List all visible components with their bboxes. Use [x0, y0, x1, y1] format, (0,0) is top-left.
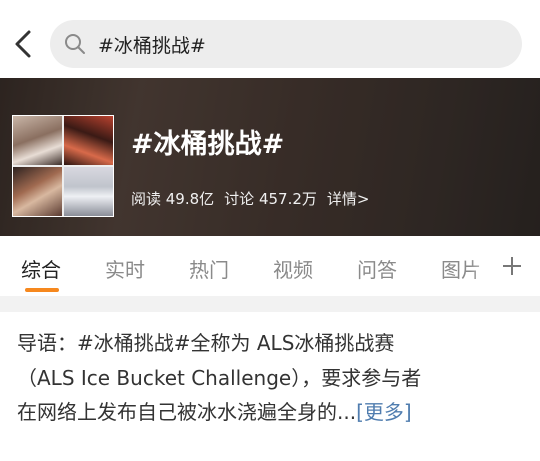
topic-intro: 导语：#冰桶挑战#全称为 ALS冰桶挑战赛 （ALS Ice Bucket Ch…	[17, 326, 529, 430]
tab-bar: 综合 实时 热门 视频 问答 图片	[0, 236, 540, 296]
topic-cover-image[interactable]	[12, 115, 114, 217]
cover-photo	[13, 116, 62, 165]
back-button[interactable]	[6, 24, 40, 64]
more-link[interactable]: [更多]	[356, 400, 412, 424]
plus-icon	[503, 257, 521, 275]
active-tab-indicator	[25, 288, 59, 292]
cover-photo	[64, 116, 113, 165]
tab-video[interactable]: 视频	[273, 254, 313, 283]
search-header: #冰桶挑战#	[0, 0, 540, 78]
details-link[interactable]: 详情>	[327, 188, 370, 209]
topic-stats: 阅读 49.8亿 讨论 457.2万 详情>	[131, 188, 369, 209]
tab-qa[interactable]: 问答	[357, 254, 397, 283]
cover-photo	[64, 167, 113, 216]
intro-text: 在网络上发布自己被冰水浇遍全身的...	[17, 400, 357, 424]
search-query: #冰桶挑战#	[98, 34, 206, 57]
cover-photo	[13, 167, 62, 216]
search-icon	[64, 33, 86, 55]
tab-realtime[interactable]: 实时	[105, 254, 145, 283]
read-count: 阅读 49.8亿	[131, 190, 215, 208]
section-divider	[0, 296, 540, 312]
tab-comprehensive[interactable]: 综合	[21, 254, 61, 283]
intro-line: 导语：#冰桶挑战#全称为 ALS冰桶挑战赛	[17, 331, 395, 355]
intro-line: （ALS Ice Bucket Challenge），要求参与者	[17, 365, 422, 390]
discussion-count: 讨论 457.2万	[224, 190, 317, 208]
tab-fade	[470, 236, 500, 296]
topic-banner: #冰桶挑战# 阅读 49.8亿 讨论 457.2万 详情>	[0, 78, 540, 236]
intro-line-last: 在网络上发布自己被冰水浇遍全身的...[更多]	[17, 395, 529, 430]
add-tab-button[interactable]	[498, 249, 526, 283]
back-arrow-icon	[15, 30, 31, 58]
topic-title: #冰桶挑战#	[131, 129, 285, 160]
tab-hot[interactable]: 热门	[189, 254, 229, 283]
search-input[interactable]: #冰桶挑战#	[50, 20, 522, 68]
